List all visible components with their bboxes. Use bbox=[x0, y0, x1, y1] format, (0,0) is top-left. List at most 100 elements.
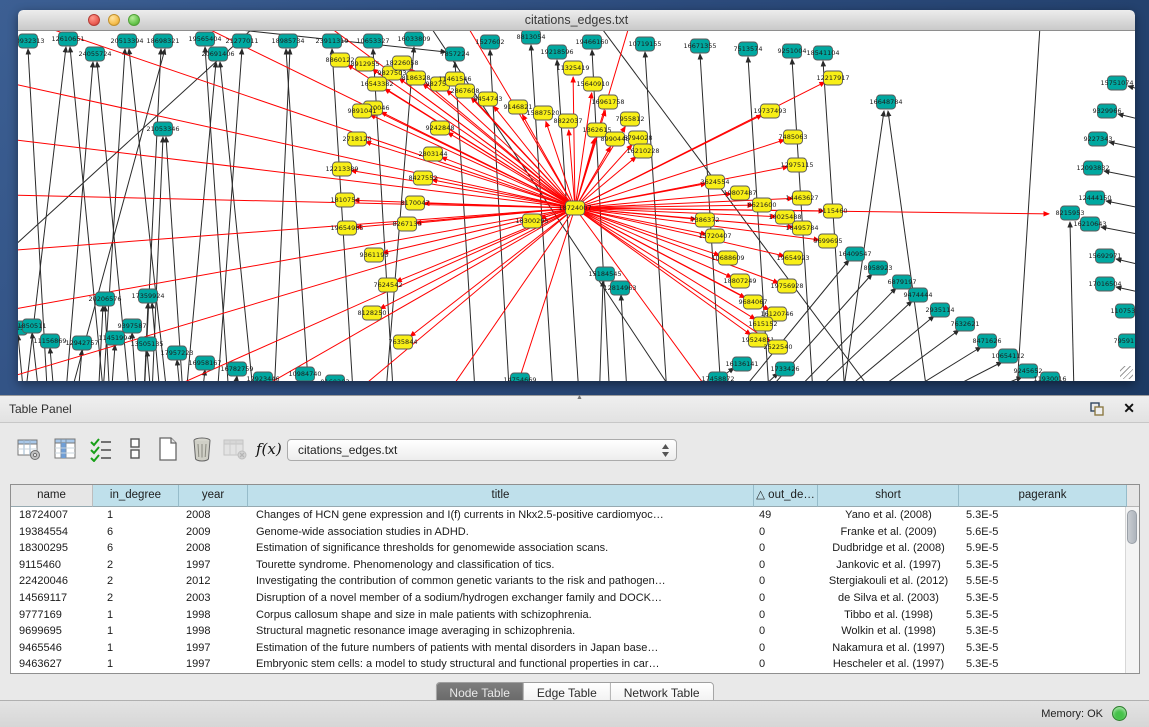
table-cell[interactable]: 9115460 bbox=[11, 557, 93, 574]
graph-edge[interactable] bbox=[1106, 201, 1135, 216]
table-cell[interactable]: Estimation of significance thresholds fo… bbox=[248, 540, 754, 557]
table-cell[interactable]: 0 bbox=[754, 557, 818, 574]
graph-edge[interactable] bbox=[575, 93, 592, 208]
table-cell[interactable]: 1997 bbox=[179, 656, 248, 673]
graph-edge[interactable] bbox=[1109, 142, 1135, 157]
table-cell[interactable]: 0 bbox=[754, 656, 818, 673]
table-cell[interactable]: Estimation of the future numbers of pati… bbox=[248, 640, 754, 657]
graph-edge[interactable] bbox=[18, 208, 575, 324]
table-cell[interactable]: 1 bbox=[93, 656, 179, 673]
graph-edge[interactable] bbox=[18, 122, 575, 208]
select-rows-icon[interactable] bbox=[88, 436, 114, 462]
table-cell[interactable]: 18724007 bbox=[11, 507, 93, 524]
table-cell[interactable]: 5.3E-5 bbox=[959, 507, 1127, 524]
table-cell[interactable]: 6 bbox=[93, 540, 179, 557]
column-header-short[interactable]: short bbox=[818, 485, 959, 507]
table-cell[interactable]: 22420046 bbox=[11, 573, 93, 590]
table-cell[interactable]: Changes of HCN gene expression and I(f) … bbox=[248, 507, 754, 524]
table-cell[interactable]: 5.3E-5 bbox=[959, 640, 1127, 657]
table-cell[interactable]: 2003 bbox=[179, 590, 248, 607]
column-header-title[interactable]: title bbox=[248, 485, 754, 507]
graph-edge[interactable] bbox=[1014, 31, 1040, 381]
memory-status-indicator[interactable] bbox=[1112, 706, 1127, 721]
table-row[interactable]: 1456911722003Disruption of a novel membe… bbox=[11, 590, 1127, 607]
graph-edge[interactable] bbox=[575, 184, 706, 208]
table-cell[interactable]: 0 bbox=[754, 540, 818, 557]
table-settings-icon[interactable] bbox=[16, 436, 42, 462]
table-cell[interactable]: 5.3E-5 bbox=[959, 590, 1127, 607]
graph-edge[interactable] bbox=[1116, 287, 1135, 301]
table-cell[interactable]: 5.3E-5 bbox=[959, 656, 1127, 673]
table-row[interactable]: 977716911998Corpus callosum shape and si… bbox=[11, 607, 1127, 624]
column-header-name[interactable]: name bbox=[11, 485, 93, 507]
table-cell[interactable]: Hescheler et al. (1997) bbox=[818, 656, 959, 673]
table-selector-dropdown[interactable]: citations_edges.txt bbox=[287, 439, 677, 461]
column-header-out_de[interactable]: △ out_de… bbox=[754, 485, 818, 507]
table-cell[interactable]: 9699695 bbox=[11, 623, 93, 640]
graph-edge[interactable] bbox=[373, 49, 396, 381]
panel-format-icon[interactable] bbox=[122, 436, 148, 462]
table-cell[interactable]: 1 bbox=[93, 640, 179, 657]
column-header-in_degree[interactable]: in_degree bbox=[93, 485, 179, 507]
table-row[interactable]: 1938455462009Genome-wide association stu… bbox=[11, 524, 1127, 541]
table-row[interactable]: 911546021997Tourette syndrome. Phenomeno… bbox=[11, 557, 1127, 574]
close-panel-icon[interactable]: ✕ bbox=[1123, 400, 1135, 416]
graph-edge[interactable] bbox=[351, 170, 575, 208]
table-cell[interactable]: 49 bbox=[754, 507, 818, 524]
table-cell[interactable]: 1 bbox=[93, 607, 179, 624]
table-scrollbar[interactable] bbox=[1125, 507, 1139, 673]
table-cell[interactable]: 9777169 bbox=[11, 607, 93, 624]
table-cell[interactable]: 2008 bbox=[179, 507, 248, 524]
table-cell[interactable]: Corpus callosum shape and size in male p… bbox=[248, 607, 754, 624]
graph-edge[interactable] bbox=[70, 47, 108, 381]
network-canvas[interactable]: 2093231312610651240557242051339418698321… bbox=[18, 31, 1135, 381]
graph-edge[interactable] bbox=[182, 62, 216, 381]
table-cell[interactable]: 0 bbox=[754, 573, 818, 590]
table-scrollbar-thumb[interactable] bbox=[1127, 510, 1137, 544]
table-row[interactable]: 1830029562008Estimation of significance … bbox=[11, 540, 1127, 557]
graph-edge[interactable] bbox=[448, 133, 575, 208]
table-cell[interactable]: 9465546 bbox=[11, 640, 93, 657]
graph-edge[interactable] bbox=[1101, 227, 1135, 242]
graph-edge[interactable] bbox=[1070, 222, 1075, 381]
graph-edge[interactable] bbox=[205, 47, 232, 381]
graph-edge[interactable] bbox=[18, 63, 575, 208]
graph-edge[interactable] bbox=[62, 62, 93, 381]
table-cell[interactable]: de Silva et al. (2003) bbox=[818, 590, 959, 607]
table-cell[interactable]: 5.3E-5 bbox=[959, 623, 1127, 640]
graph-edge[interactable] bbox=[878, 377, 1022, 381]
graph-edge[interactable] bbox=[837, 347, 981, 381]
table-row[interactable]: 946554611997Estimation of the future num… bbox=[11, 640, 1127, 657]
table-cell[interactable]: 9463627 bbox=[11, 656, 93, 673]
table-cell[interactable]: 2009 bbox=[179, 524, 248, 541]
table-cell[interactable]: Tourette syndrome. Phenomenology and cla… bbox=[248, 557, 754, 574]
table-cell[interactable]: 1998 bbox=[179, 623, 248, 640]
graph-edge[interactable] bbox=[1128, 86, 1135, 101]
graph-edge[interactable] bbox=[598, 281, 603, 381]
table-cell[interactable]: Tibbo et al. (1998) bbox=[818, 607, 959, 624]
float-panel-icon[interactable] bbox=[1089, 401, 1105, 417]
table-cell[interactable]: 0 bbox=[754, 524, 818, 541]
table-cell[interactable]: 5.3E-5 bbox=[959, 607, 1127, 624]
graph-edge[interactable] bbox=[1116, 259, 1135, 274]
table-cell[interactable]: 5.6E-5 bbox=[959, 524, 1127, 541]
delete-table-icon[interactable] bbox=[189, 436, 215, 462]
table-cell[interactable]: 1997 bbox=[179, 557, 248, 574]
table-cell[interactable]: 0 bbox=[754, 607, 818, 624]
table-cell[interactable]: Investigating the contribution of common… bbox=[248, 573, 754, 590]
table-cell[interactable]: 2 bbox=[93, 590, 179, 607]
function-builder-icon[interactable]: f(x) bbox=[256, 440, 282, 466]
graph-edge[interactable] bbox=[1104, 171, 1135, 186]
graph-edge[interactable] bbox=[272, 49, 290, 381]
table-cell[interactable]: 2 bbox=[93, 557, 179, 574]
graph-edge[interactable] bbox=[1118, 114, 1135, 129]
table-cell[interactable]: Franke et al. (2009) bbox=[818, 524, 959, 541]
table-cell[interactable]: 1 bbox=[93, 507, 179, 524]
graph-edge[interactable] bbox=[823, 61, 848, 381]
table-cell[interactable]: 5.5E-5 bbox=[959, 573, 1127, 590]
table-cell[interactable]: 1 bbox=[93, 623, 179, 640]
table-cell[interactable]: 2008 bbox=[179, 540, 248, 557]
table-cell[interactable]: Jankovic et al. (1997) bbox=[818, 557, 959, 574]
table-cell[interactable]: 0 bbox=[754, 590, 818, 607]
table-cell[interactable]: Nakamura et al. (1997) bbox=[818, 640, 959, 657]
